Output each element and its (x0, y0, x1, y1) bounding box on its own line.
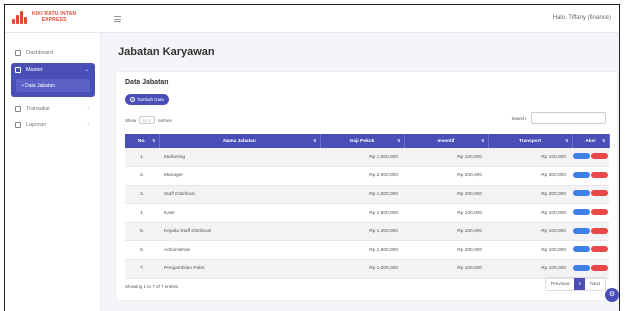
column-header-no[interactable]: No. ⇅ (125, 134, 160, 148)
table-info: Showing 1 to 7 of 7 entries (125, 284, 179, 289)
sort-icon: ⇅ (152, 138, 156, 143)
chevron-right-icon: › (87, 122, 89, 128)
previous-page-button[interactable]: Previous (546, 278, 575, 290)
delete-button[interactable] (591, 190, 608, 197)
top-bar: KIKI RATU INTAN EXPRESS Halo, Tiffany (f… (5, 5, 619, 33)
sort-icon: ⇅ (481, 138, 485, 143)
column-header-aksi[interactable]: Aksi ⇅ (572, 134, 610, 148)
column-header-nama-jabatan[interactable]: Nama Jabatan ⇅ (159, 134, 321, 148)
add-data-button[interactable]: + Tambah Data (125, 94, 169, 105)
sidebar-item-label: Master (26, 67, 43, 73)
table-row: 3. Staff Distribusi Rp 1,000,000 Rp 200,… (125, 185, 609, 205)
laporan-icon (15, 122, 21, 128)
table-row: 4. Kasir Rp 1,500,000 Rp 100,000 Rp 100,… (125, 203, 609, 223)
table-row: 1. Marketing Rp 1,000,000 Rp 100,000 Rp … (125, 148, 609, 168)
sidebar: Dashboard Master ⌄ • Data Jabatan Transa… (5, 33, 101, 311)
table-row: 7. Pengambilan Palet Rp 1,000,000 Rp 100… (125, 259, 609, 279)
sidebar-subitem-data-jabatan[interactable]: • Data Jabatan (16, 79, 90, 92)
delete-button[interactable] (591, 246, 608, 253)
menu-toggle-icon[interactable] (114, 16, 121, 24)
page-title: Jabatan Karyawan (118, 46, 215, 58)
delete-button[interactable] (591, 153, 608, 160)
card-title: Data Jabatan (125, 79, 169, 86)
search-input[interactable] (531, 112, 606, 124)
delete-button[interactable] (591, 209, 608, 216)
delete-button[interactable] (591, 227, 608, 234)
user-greeting[interactable]: Halo, Tiffany (finance) (553, 15, 611, 21)
table-row: 2. Manager Rp 2,000,000 Rp 200,000 Rp 30… (125, 166, 609, 186)
pagination: Previous 1 Next (544, 277, 606, 291)
table-row: 6. Administrasi Rp 1,800,000 Rp 200,000 … (125, 240, 609, 261)
search-label: Search: (511, 115, 527, 121)
edit-button[interactable] (573, 209, 590, 216)
sidebar-item-label: Transaksi (26, 106, 50, 112)
table-row: 5. Kepala Staff Distribusi Rp 1,300,000 … (125, 222, 609, 242)
edit-button[interactable] (573, 190, 590, 197)
table-header-row: No. ⇅ Nama Jabatan ⇅ Gaji Pokok ⇅ Insentif ⇅… (125, 134, 610, 148)
search-control: Search: (511, 112, 606, 124)
sort-icon: ⇅ (397, 138, 401, 143)
edit-button[interactable] (573, 171, 590, 178)
master-icon (15, 67, 21, 73)
page-length-control: Show 10 ⇕ entries (125, 116, 172, 124)
next-page-button[interactable]: Next (585, 278, 605, 290)
settings-gear-icon[interactable]: ⚙ (605, 288, 619, 302)
chevron-right-icon: › (87, 106, 89, 112)
brand-line2: EXPRESS (41, 17, 67, 23)
edit-button[interactable] (573, 264, 590, 271)
sidebar-item-laporan[interactable]: Laporan › (11, 119, 95, 131)
chevron-down-icon: ⌄ (84, 67, 89, 73)
jabatan-table: No. ⇅ Nama Jabatan ⇅ Gaji Pokok ⇅ Insentif ⇅… (125, 134, 610, 279)
delete-button[interactable] (591, 264, 608, 271)
plus-icon: + (130, 97, 135, 102)
dashboard-icon (15, 50, 21, 56)
brand-logo[interactable]: KIKI RATU INTAN EXPRESS (11, 10, 76, 24)
delete-button[interactable] (591, 171, 608, 178)
sort-icon: ⇅ (565, 138, 569, 143)
entries-label: entries (158, 117, 172, 123)
edit-button[interactable] (573, 227, 590, 234)
brand-name: KIKI RATU INTAN EXPRESS (32, 11, 76, 23)
edit-button[interactable] (573, 246, 590, 253)
add-data-label: Tambah Data (137, 97, 164, 102)
sidebar-item-transaksi[interactable]: Transaksi › (11, 103, 95, 115)
page-1-button[interactable]: 1 (574, 278, 586, 290)
data-card: Data Jabatan + Tambah Data Show 10 ⇕ ent… (115, 71, 618, 301)
sort-icon: ⇅ (602, 138, 606, 143)
sidebar-item-label: Laporan (26, 122, 47, 128)
transaksi-icon (15, 106, 21, 112)
app-window: KIKI RATU INTAN EXPRESS Halo, Tiffany (f… (4, 4, 620, 311)
logo-icon (11, 10, 29, 24)
column-header-transport[interactable]: Transport ⇅ (488, 134, 573, 148)
column-header-insentif[interactable]: Insentif ⇅ (404, 134, 489, 148)
sidebar-item-label: Dashboard (26, 50, 53, 56)
sidebar-subitem-label: Data Jabatan (25, 82, 55, 89)
column-header-gaji-pokok[interactable]: Gaji Pokok ⇅ (320, 134, 405, 148)
show-label: Show (125, 117, 137, 123)
page-length-select[interactable]: 10 ⇕ (139, 116, 156, 124)
sidebar-item-master[interactable]: Master ⌄ • Data Jabatan (11, 63, 95, 97)
sidebar-item-dashboard[interactable]: Dashboard (11, 47, 95, 59)
sort-icon: ⇅ (313, 138, 317, 143)
edit-button[interactable] (573, 153, 590, 160)
